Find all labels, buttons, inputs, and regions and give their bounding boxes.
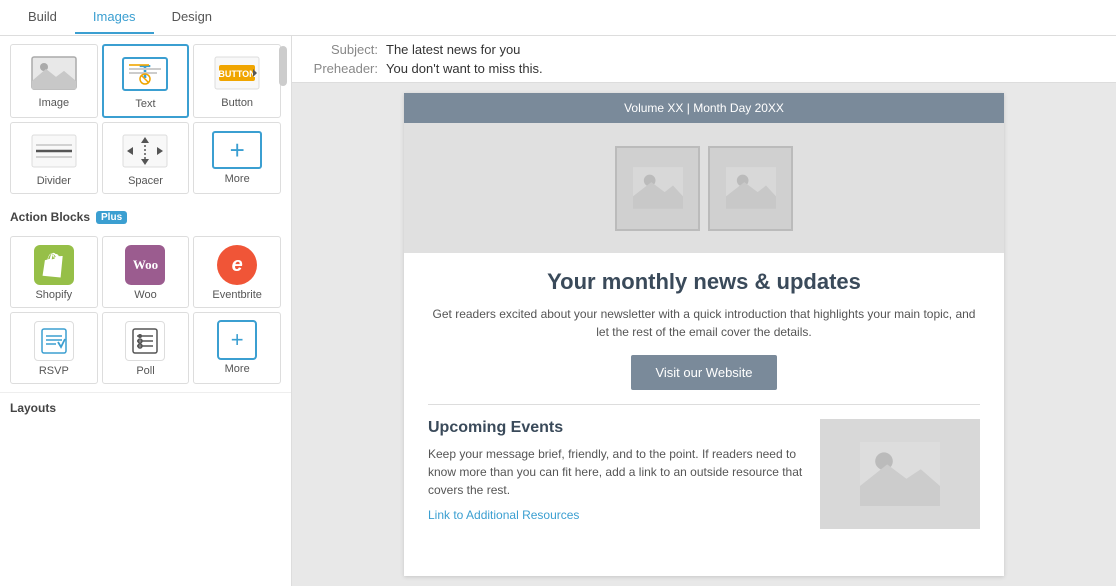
more-blocks-icon: + xyxy=(212,131,262,169)
email-meta: Subject: The latest news for you Prehead… xyxy=(292,36,1116,83)
preheader-label: Preheader: xyxy=(308,61,378,76)
hero-image-placeholder xyxy=(404,123,1004,253)
block-label-woo: Woo xyxy=(134,289,156,301)
col-image xyxy=(820,419,980,529)
action-blocks-header: Action Blocks Plus xyxy=(0,202,291,228)
block-item-image[interactable]: Image xyxy=(10,44,98,118)
block-label-shopify: Shopify xyxy=(35,289,72,301)
top-tabs: Build Images Design xyxy=(0,0,1116,36)
plus-badge: Plus xyxy=(96,211,127,224)
upcoming-text-content: Keep your message brief, friendly, and t… xyxy=(428,447,802,497)
block-item-spacer[interactable]: Spacer xyxy=(102,122,190,194)
email-header-bar: Volume XX | Month Day 20XX xyxy=(404,93,1004,123)
block-label-text: Text xyxy=(135,98,155,110)
block-label-divider: Divider xyxy=(37,175,71,187)
block-item-button[interactable]: BUTTON Button xyxy=(193,44,281,118)
preheader-value: You don't want to miss this. xyxy=(386,61,543,76)
action-blocks-grid: Shopify Woo Woo e Eventbrite xyxy=(0,228,291,392)
tab-images[interactable]: Images xyxy=(75,1,154,34)
layouts-header: Layouts xyxy=(0,392,291,419)
button-icon: BUTTON xyxy=(212,53,262,93)
upcoming-title: Upcoming Events xyxy=(428,419,808,437)
email-main-section: Your monthly news & updates Get readers … xyxy=(404,253,1004,545)
block-label-spacer: Spacer xyxy=(128,175,163,187)
tab-build[interactable]: Build xyxy=(10,1,75,34)
right-content: Subject: The latest news for you Prehead… xyxy=(292,36,1116,586)
svg-text:BUTTON: BUTTON xyxy=(218,69,255,79)
block-item-more-action[interactable]: + More xyxy=(193,312,281,384)
poll-icon xyxy=(120,321,170,361)
block-item-poll[interactable]: Poll xyxy=(102,312,190,384)
block-label-image: Image xyxy=(39,97,70,109)
subject-value: The latest news for you xyxy=(386,42,520,57)
email-divider xyxy=(428,404,980,405)
divider-icon xyxy=(29,131,79,171)
preheader-row: Preheader: You don't want to miss this. xyxy=(308,61,1100,76)
rsvp-icon xyxy=(29,321,79,361)
hero-img-right xyxy=(708,146,793,231)
block-label-poll: Poll xyxy=(136,365,154,377)
eventbrite-icon: e xyxy=(212,245,262,285)
left-panel: Image T Text xyxy=(0,36,292,586)
block-item-rsvp[interactable]: RSVP xyxy=(10,312,98,384)
hero-img-left xyxy=(615,146,700,231)
email-headline: Your monthly news & updates xyxy=(428,269,980,295)
tab-design[interactable]: Design xyxy=(154,1,230,34)
block-item-divider[interactable]: Divider xyxy=(10,122,98,194)
block-item-eventbrite[interactable]: e Eventbrite xyxy=(193,236,281,308)
image-icon xyxy=(29,53,79,93)
block-item-more[interactable]: + More xyxy=(193,122,281,194)
shopify-icon xyxy=(29,245,79,285)
block-label-rsvp: RSVP xyxy=(39,365,69,377)
block-label-button: Button xyxy=(221,97,253,109)
main-area: Image T Text xyxy=(0,36,1116,586)
layouts-label: Layouts xyxy=(10,401,56,415)
two-col-section: Upcoming Events Keep your message brief,… xyxy=(428,419,980,529)
email-body: Volume XX | Month Day 20XX xyxy=(404,93,1004,576)
block-item-woo[interactable]: Woo Woo xyxy=(102,236,190,308)
block-item-shopify[interactable]: Shopify xyxy=(10,236,98,308)
col-text: Upcoming Events Keep your message brief,… xyxy=(428,419,808,529)
scroll-indicator[interactable] xyxy=(279,46,287,86)
subject-label: Subject: xyxy=(308,42,378,57)
subject-row: Subject: The latest news for you xyxy=(308,42,1100,57)
more-action-icon: + xyxy=(212,321,262,359)
block-item-text[interactable]: T Text xyxy=(102,44,190,118)
block-label-eventbrite: Eventbrite xyxy=(212,289,262,301)
text-icon: T xyxy=(120,54,170,94)
action-blocks-label: Action Blocks xyxy=(10,210,90,224)
upcoming-text: Keep your message brief, friendly, and t… xyxy=(428,445,808,499)
spacer-icon xyxy=(120,131,170,171)
email-canvas: Volume XX | Month Day 20XX xyxy=(292,83,1116,586)
volume-line: Volume XX | Month Day 20XX xyxy=(624,101,784,115)
woo-icon: Woo xyxy=(120,245,170,285)
block-label-more: More xyxy=(225,173,250,185)
cta-button[interactable]: Visit our Website xyxy=(631,355,776,390)
content-blocks-grid: Image T Text xyxy=(0,36,291,202)
email-body-text: Get readers excited about your newslette… xyxy=(428,305,980,341)
block-label-more-action: More xyxy=(225,363,250,375)
side-image-placeholder xyxy=(820,419,980,529)
link-additional[interactable]: Link to Additional Resources xyxy=(428,508,579,522)
